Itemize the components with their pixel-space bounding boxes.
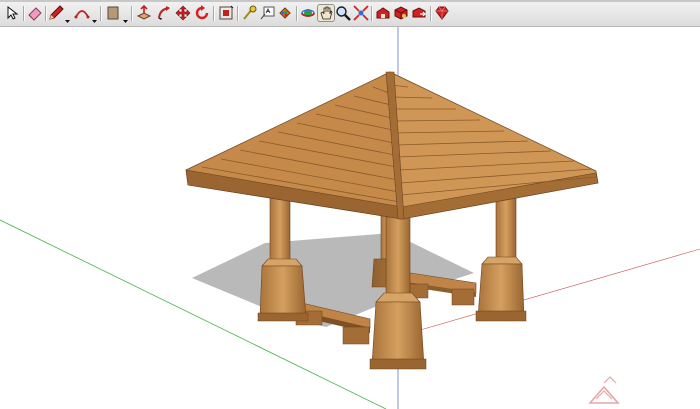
text-label-icon xyxy=(260,6,275,20)
toolbar-separator xyxy=(430,6,431,21)
back-left-column xyxy=(269,191,291,263)
tape-measure-tool-button[interactable] xyxy=(240,4,258,22)
select-tool-button[interactable] xyxy=(3,4,21,22)
ruby-console-button[interactable] xyxy=(433,4,451,22)
toolbar-top-edge xyxy=(0,0,700,2)
orbit-icon xyxy=(301,9,315,17)
components-icon xyxy=(394,6,408,20)
zoom-icon xyxy=(336,6,351,21)
ruby-icon xyxy=(435,6,449,20)
toolbar-separator xyxy=(45,6,46,21)
warehouse-tool-button[interactable] xyxy=(374,4,392,22)
rotate-icon xyxy=(195,5,209,20)
rectangle-tool-button[interactable] xyxy=(104,4,122,22)
gazebo-roof xyxy=(185,71,599,220)
push-pull-icon xyxy=(136,5,152,20)
eraser-tool-button[interactable] xyxy=(26,4,44,22)
offset-tool-button[interactable] xyxy=(217,4,235,22)
toolbar-separator xyxy=(213,6,214,21)
move-tool-button[interactable] xyxy=(174,4,192,22)
right-column xyxy=(475,256,527,322)
toolbar-separator xyxy=(371,6,372,21)
share-model-tool-button[interactable] xyxy=(410,4,428,22)
components-tool-button[interactable] xyxy=(392,4,410,22)
zoom-extents-icon xyxy=(353,5,369,21)
follow-me-icon xyxy=(158,6,170,20)
share-model-icon xyxy=(412,7,426,18)
left-column xyxy=(257,258,309,322)
paint-bucket-tool-button[interactable] xyxy=(276,4,294,22)
warehouse-icon xyxy=(376,7,390,19)
offset-icon xyxy=(219,5,234,20)
rectangle-icon xyxy=(107,6,119,20)
follow-me-tool-button[interactable] xyxy=(155,4,173,22)
toolbar-separator xyxy=(100,6,101,21)
eraser-icon xyxy=(28,7,42,21)
arc-icon xyxy=(74,10,90,19)
zoom-tool-button[interactable] xyxy=(334,4,352,22)
arc-tool-button[interactable] xyxy=(73,4,91,22)
toolbar-separator xyxy=(131,6,132,21)
model-viewport[interactable] xyxy=(0,27,700,409)
rotate-tool-button[interactable] xyxy=(193,4,211,22)
pan-tool-button[interactable] xyxy=(317,4,335,22)
pencil-dropdown-arrow[interactable] xyxy=(65,11,70,23)
main-toolbar xyxy=(0,0,700,27)
text-tool-button[interactable] xyxy=(258,4,276,22)
tape-measure-icon xyxy=(243,5,257,20)
move-icon xyxy=(175,5,191,21)
toolbar-separator xyxy=(296,6,297,21)
zoom-extents-tool-button[interactable] xyxy=(352,4,370,22)
toolbar-separator xyxy=(237,6,238,21)
push-pull-tool-button[interactable] xyxy=(135,4,153,22)
orbit-tool-button[interactable] xyxy=(299,4,317,22)
pencil-tool-button[interactable] xyxy=(47,4,65,22)
shapes-dropdown-arrow[interactable] xyxy=(123,11,128,23)
pencil-icon xyxy=(49,5,64,20)
arc-dropdown-arrow[interactable] xyxy=(92,11,97,23)
watermark-logo xyxy=(588,376,620,404)
model-axes xyxy=(0,27,700,409)
hand-pan-icon xyxy=(320,6,333,20)
paint-bucket-icon xyxy=(279,7,291,19)
toolbar-separator xyxy=(23,6,24,21)
arrow-select-icon xyxy=(7,6,19,20)
